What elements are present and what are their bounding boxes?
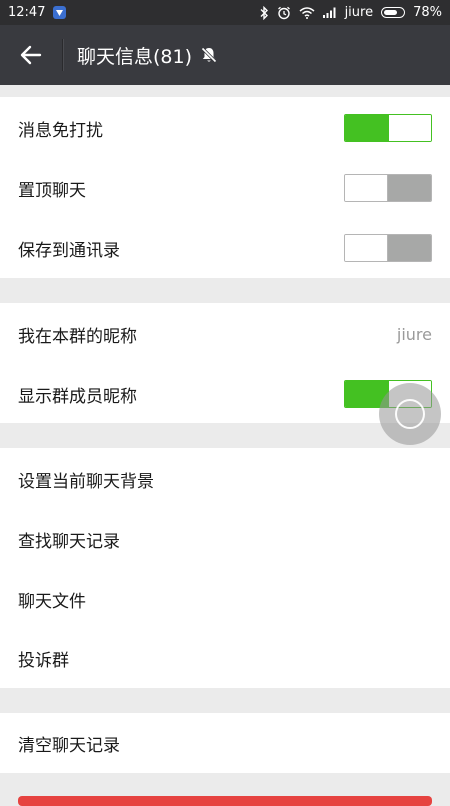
header-divider [62, 39, 63, 71]
settings-group-clear: 清空聊天记录 [0, 713, 450, 773]
back-button[interactable] [0, 25, 62, 85]
report-group-label: 投诉群 [18, 650, 69, 671]
chat-files-row[interactable]: 聊天文件 [0, 569, 450, 629]
pin-chat-row[interactable]: 置顶聊天 [0, 158, 450, 218]
assistive-touch-icon[interactable] [379, 383, 441, 445]
toggle-knob [387, 115, 431, 141]
top-bar: 聊天信息(81) [0, 25, 450, 85]
mute-row[interactable]: 消息免打扰 [0, 98, 450, 158]
settings-group-tools: 设置当前聊天背景 查找聊天记录 聊天文件 投诉群 [0, 448, 450, 688]
arrow-left-icon [20, 45, 42, 65]
mute-toggle[interactable] [344, 114, 432, 142]
clear-history-row[interactable]: 清空聊天记录 [0, 713, 450, 773]
pin-chat-toggle[interactable] [344, 174, 432, 202]
search-history-label: 查找聊天记录 [18, 531, 120, 552]
page-title: 聊天信息(81) [77, 45, 193, 68]
toggle-on-fill [345, 115, 388, 141]
status-time: 12:47 [8, 5, 46, 20]
search-history-row[interactable]: 查找聊天记录 [0, 509, 450, 569]
delete-and-exit-button[interactable] [18, 796, 432, 806]
settings-group-chat: 消息免打扰 置顶聊天 保存到通讯录 [0, 97, 450, 278]
save-contacts-toggle[interactable] [344, 234, 432, 262]
my-nickname-row[interactable]: 我在本群的昵称 jiure [0, 304, 450, 364]
toggle-off-fill [388, 175, 431, 201]
save-contacts-row[interactable]: 保存到通讯录 [0, 218, 450, 278]
carrier-name: jiure [344, 5, 374, 20]
clear-history-label: 清空聊天记录 [18, 735, 120, 756]
my-nickname-label: 我在本群的昵称 [18, 326, 137, 347]
app-notification-icon [53, 6, 67, 19]
toggle-off-fill [388, 235, 431, 261]
alarm-icon [277, 6, 291, 20]
battery-percent: 78% [413, 5, 442, 20]
toggle-knob [345, 175, 389, 201]
wifi-icon [299, 6, 315, 19]
chat-background-row[interactable]: 设置当前聊天背景 [0, 449, 450, 509]
page-title-wrap: 聊天信息(81) [77, 42, 218, 69]
toggle-knob [345, 235, 389, 261]
bluetooth-icon [259, 5, 269, 20]
battery-icon [381, 7, 406, 18]
battery-fill [384, 10, 398, 15]
report-group-row[interactable]: 投诉群 [0, 628, 450, 688]
status-bar: 12:47 jiure 78% [0, 0, 450, 25]
bell-off-icon [200, 46, 218, 64]
assistive-touch-ring [395, 399, 425, 429]
signal-icon [322, 7, 337, 18]
chat-background-label: 设置当前聊天背景 [18, 471, 154, 492]
my-nickname-value: jiure [396, 324, 432, 344]
chat-files-label: 聊天文件 [18, 591, 86, 612]
